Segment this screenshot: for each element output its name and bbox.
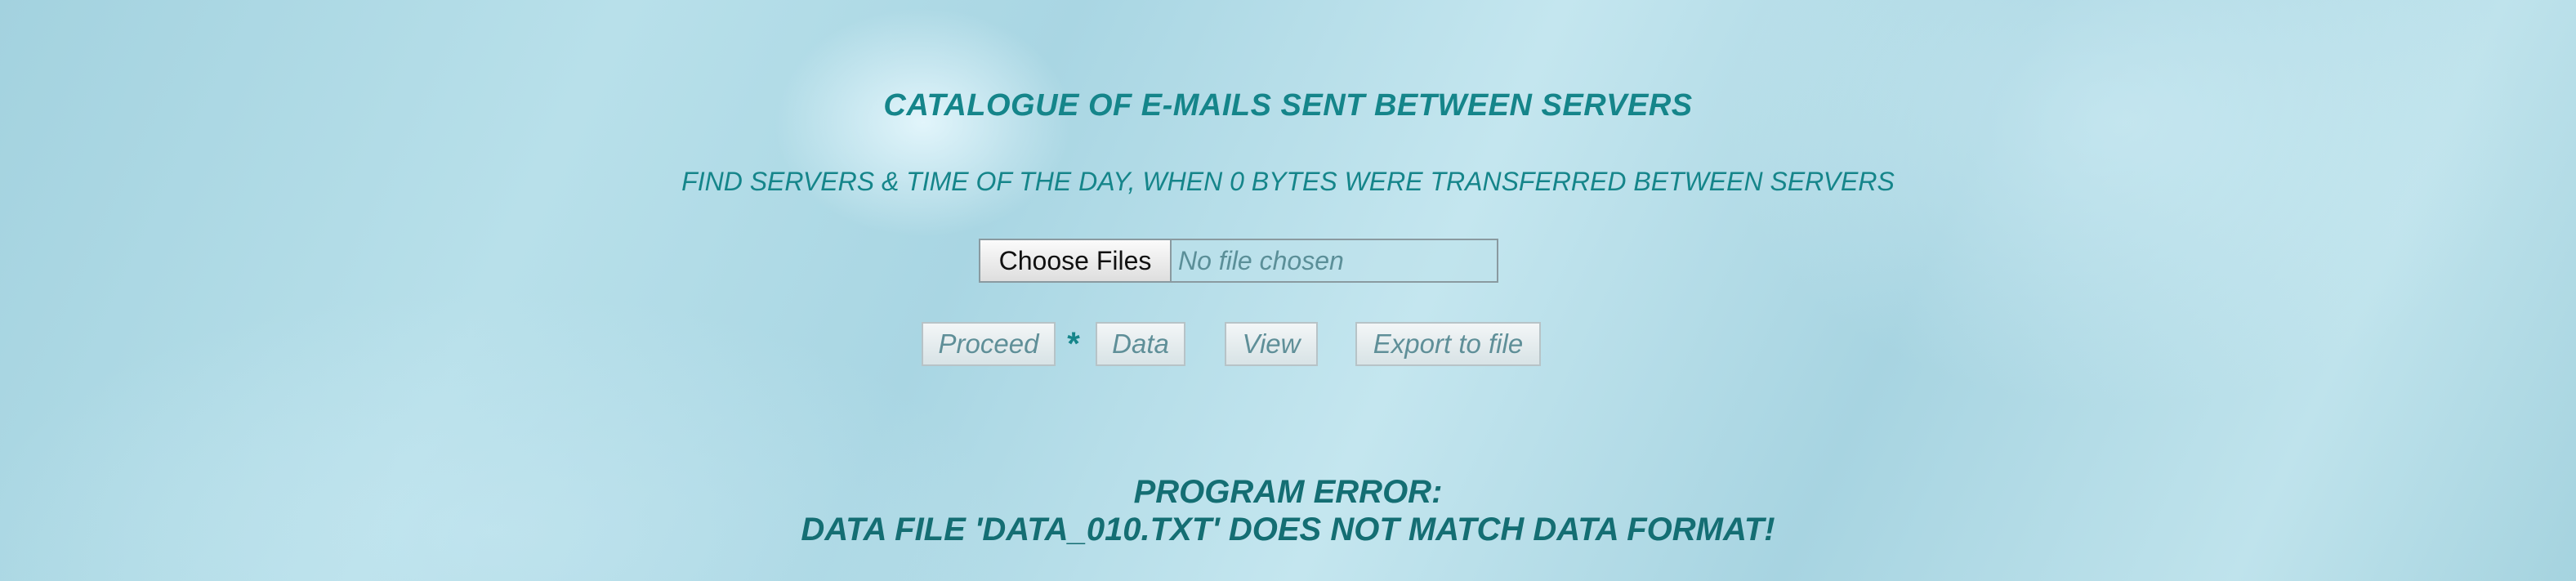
error-heading: PROGRAM ERROR: [1133,474,1443,510]
file-chooser[interactable]: Choose Files No file chosen [979,239,1498,283]
error-message: DATA FILE 'DATA_010.TXT' DOES NOT MATCH … [801,512,1775,547]
view-button[interactable]: View [1225,322,1318,366]
choose-files-button[interactable]: Choose Files [980,240,1172,281]
separator-asterisk: * [1067,326,1080,362]
proceed-button[interactable]: Proceed [922,322,1056,366]
page-subtitle: FIND SERVERS & TIME OF THE DAY, WHEN 0 B… [681,167,1895,196]
export-to-file-button[interactable]: Export to file [1355,322,1541,366]
page-title: CATALOGUE OF E-MAILS SENT BETWEEN SERVER… [883,88,1693,123]
file-status-text: No file chosen [1178,245,1344,275]
data-button[interactable]: Data [1096,322,1185,366]
